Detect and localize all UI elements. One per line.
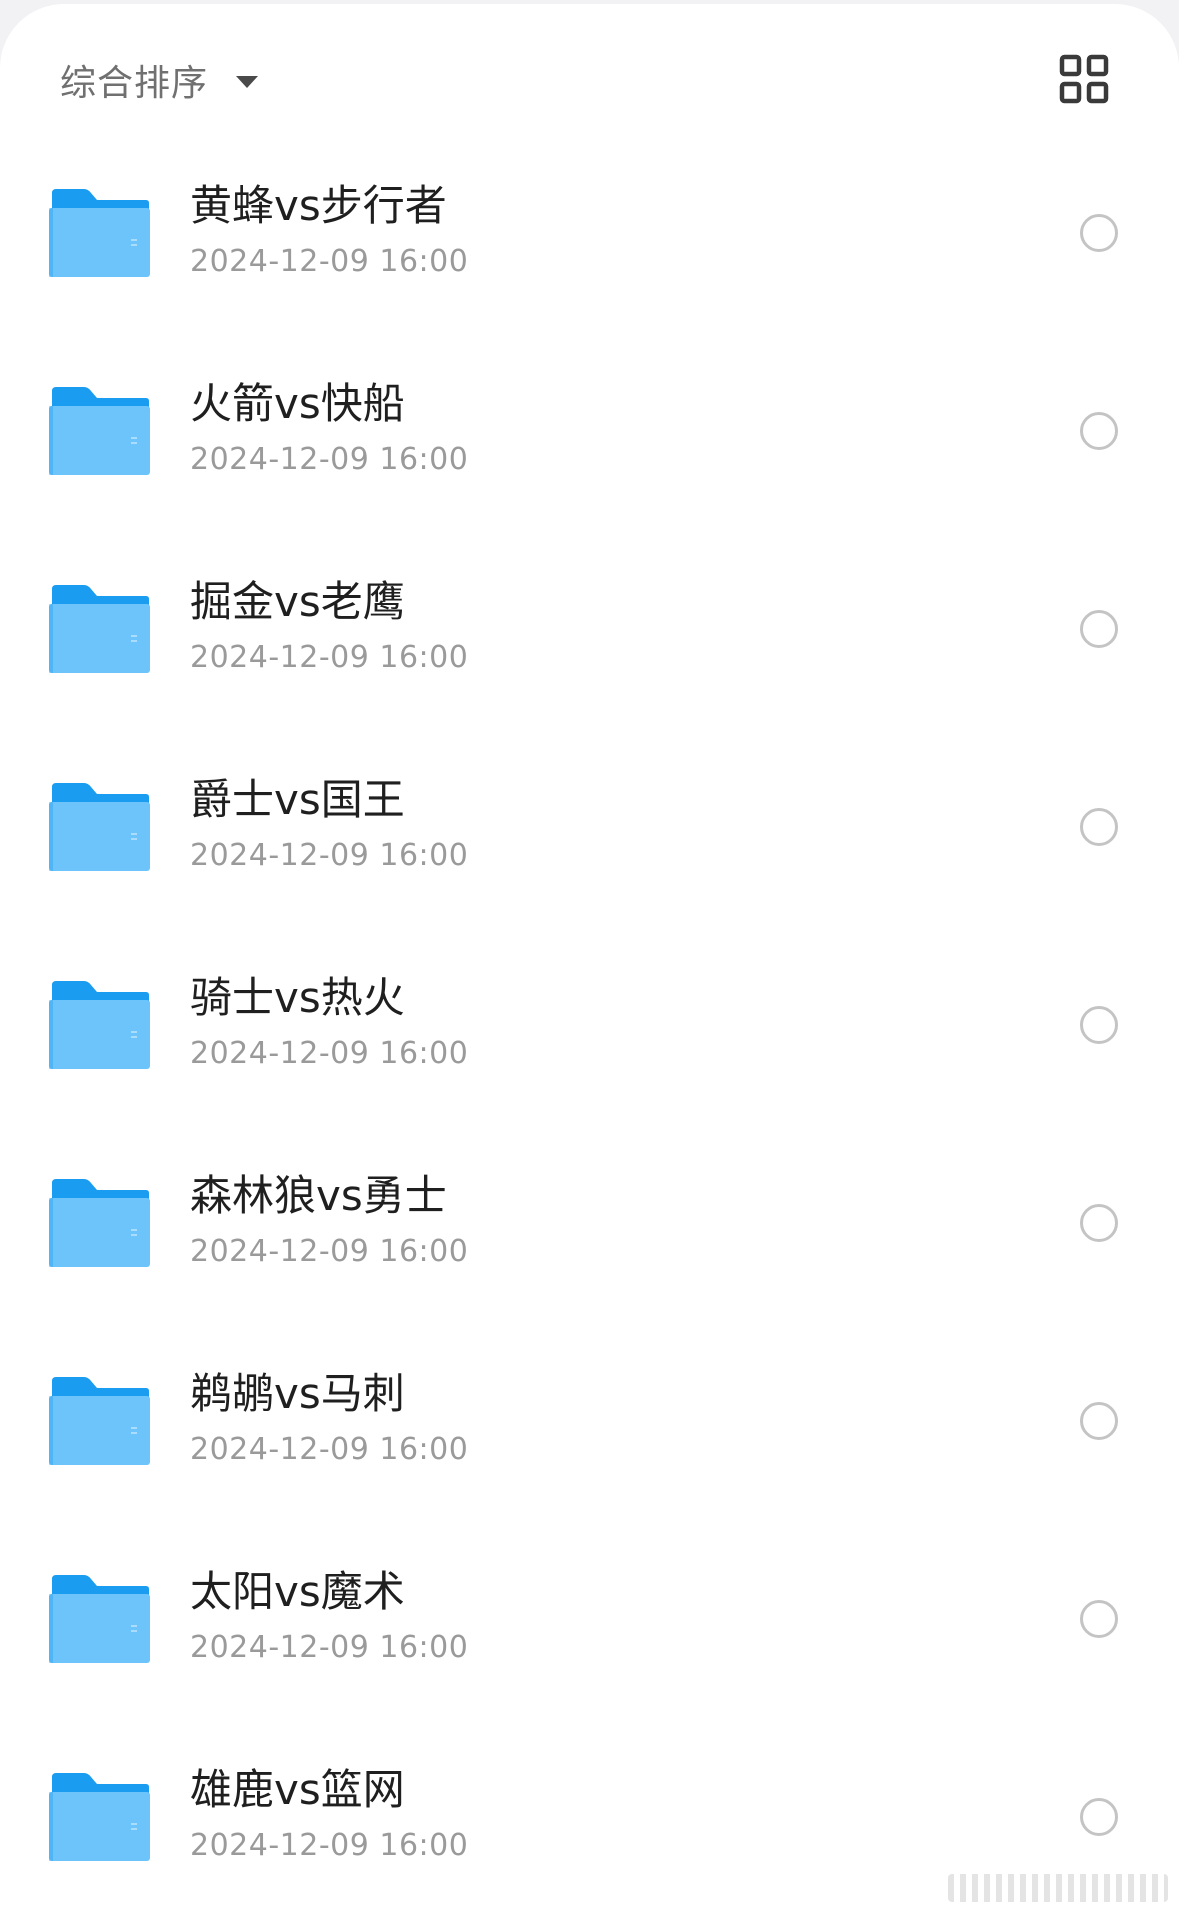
file-date: 2024-12-09 16:00 <box>190 1036 469 1071</box>
folder-icon <box>49 1377 150 1465</box>
file-date: 2024-12-09 16:00 <box>190 1828 469 1863</box>
file-list: 黄蜂vs步行者 2024-12-09 16:00 火箭vs快船 2024-12-… <box>0 144 1179 1914</box>
file-row[interactable]: 掘金vs老鹰 2024-12-09 16:00 <box>0 540 1179 738</box>
select-radio[interactable] <box>1080 1006 1118 1044</box>
file-date: 2024-12-09 16:00 <box>190 838 469 873</box>
grid-view-button[interactable] <box>1059 54 1109 104</box>
grid-view-icon <box>1059 54 1109 104</box>
scroll-indicator[interactable] <box>948 1874 1168 1902</box>
file-name: 黄蜂vs步行者 <box>190 181 447 230</box>
file-date: 2024-12-09 16:00 <box>190 1630 469 1665</box>
select-radio[interactable] <box>1080 808 1118 846</box>
select-radio[interactable] <box>1080 214 1118 252</box>
toolbar: 综合排序 <box>0 4 1179 144</box>
folder-icon <box>49 1179 150 1267</box>
file-name: 雄鹿vs篮网 <box>190 1765 405 1814</box>
select-radio[interactable] <box>1080 1798 1118 1836</box>
folder-icon <box>49 189 150 277</box>
file-name: 火箭vs快船 <box>190 379 405 428</box>
file-name: 鹈鹕vs马刺 <box>190 1369 405 1418</box>
sort-label: 综合排序 <box>60 63 209 104</box>
file-row[interactable]: 火箭vs快船 2024-12-09 16:00 <box>0 342 1179 540</box>
file-date: 2024-12-09 16:00 <box>190 1432 469 1467</box>
file-row[interactable]: 骑士vs热火 2024-12-09 16:00 <box>0 936 1179 1134</box>
file-date: 2024-12-09 16:00 <box>190 442 469 477</box>
folder-icon <box>49 1773 150 1861</box>
sort-dropdown[interactable]: 综合排序 <box>60 50 259 110</box>
select-radio[interactable] <box>1080 412 1118 450</box>
select-radio[interactable] <box>1080 1600 1118 1638</box>
file-date: 2024-12-09 16:00 <box>190 244 469 279</box>
folder-icon <box>49 387 150 475</box>
caret-down-icon <box>236 76 259 88</box>
file-name: 掘金vs老鹰 <box>190 577 405 626</box>
file-date: 2024-12-09 16:00 <box>190 640 469 675</box>
file-name: 骑士vs热火 <box>190 973 405 1022</box>
file-row[interactable]: 黄蜂vs步行者 2024-12-09 16:00 <box>0 144 1179 342</box>
file-row[interactable]: 爵士vs国王 2024-12-09 16:00 <box>0 738 1179 936</box>
select-radio[interactable] <box>1080 1204 1118 1242</box>
folder-icon <box>49 585 150 673</box>
file-list-sheet: 综合排序 黄蜂vs步行者 2024-12-09 16:00 火箭vs快船 202… <box>0 4 1179 1914</box>
file-date: 2024-12-09 16:00 <box>190 1234 469 1269</box>
folder-icon <box>49 783 150 871</box>
file-name: 太阳vs魔术 <box>190 1567 405 1616</box>
file-name: 森林狼vs勇士 <box>190 1171 447 1220</box>
file-row[interactable]: 鹈鹕vs马刺 2024-12-09 16:00 <box>0 1332 1179 1530</box>
file-row[interactable]: 森林狼vs勇士 2024-12-09 16:00 <box>0 1134 1179 1332</box>
select-radio[interactable] <box>1080 1402 1118 1440</box>
folder-icon <box>49 1575 150 1663</box>
file-name: 爵士vs国王 <box>190 775 405 824</box>
select-radio[interactable] <box>1080 610 1118 648</box>
file-row[interactable]: 太阳vs魔术 2024-12-09 16:00 <box>0 1530 1179 1728</box>
folder-icon <box>49 981 150 1069</box>
